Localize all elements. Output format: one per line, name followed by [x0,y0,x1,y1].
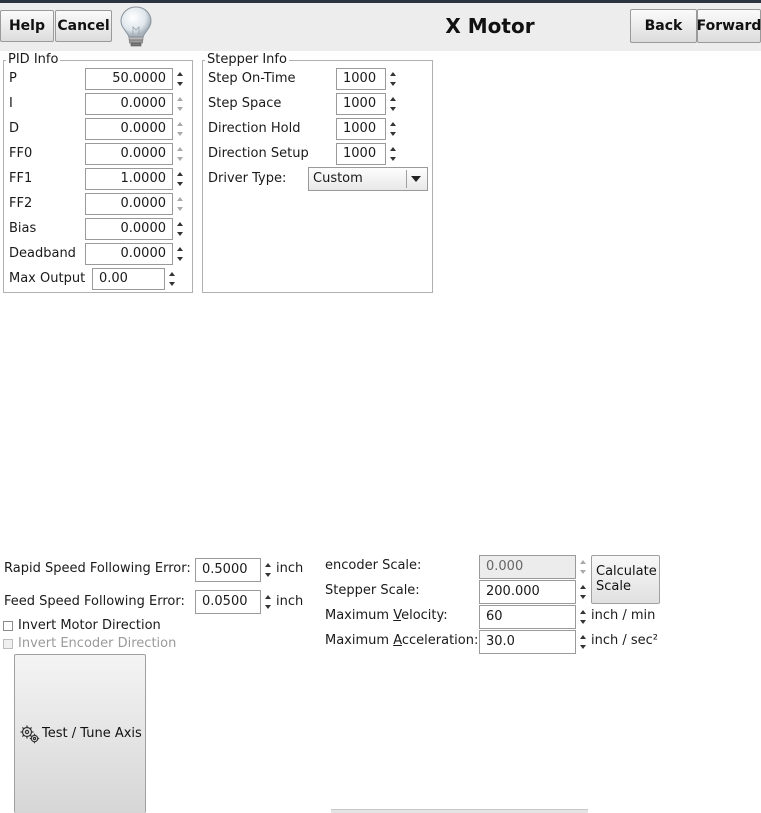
pid-info-legend: PID Info [6,52,61,67]
test-tune-axis-label: Test / Tune Axis [42,726,142,741]
help-button[interactable]: Help [0,10,54,42]
direction-hold-spinner[interactable] [388,118,398,140]
driver-type-separator [406,170,407,188]
bottom-edge-bar [331,809,588,813]
step-space-spinner[interactable] [388,93,398,115]
pid-deadband-spinner[interactable] [175,243,185,265]
max-acceleration-unit: inch / sec² [591,633,659,648]
stepper-scale-label: Stepper Scale: [325,583,420,598]
pid-p-label: P [9,71,17,86]
feed-following-error-unit: inch [276,594,304,609]
driver-type-value: Custom [313,171,363,186]
max-velocity-label-post: elocity: [401,608,448,623]
chevron-down-icon [411,176,421,182]
stepper-scale-input[interactable]: 200.000 [479,580,576,604]
pid-ff1-spinner[interactable] [175,168,185,190]
max-velocity-unit: inch / min [591,608,656,623]
max-acceleration-spinner[interactable] [578,631,588,653]
max-acceleration-label: Maximum Acceleration: [325,633,478,649]
lightbulb-icon [120,6,152,47]
calculate-scale-line2: Scale [596,579,631,594]
driver-type-select[interactable]: Custom [308,167,428,191]
pid-d-spinner[interactable] [175,118,185,140]
step-space-input[interactable]: 1000 [336,93,386,115]
encoder-scale-label: encoder Scale: [325,558,422,573]
max-output-label: Max Output [9,271,86,286]
max-velocity-label-mnemonic: V [393,608,402,623]
calculate-scale-line1: Calculate [596,564,657,579]
step-on-time-input[interactable]: 1000 [336,68,386,90]
stepper-info-legend: Stepper Info [205,52,289,67]
pid-ff2-spinner[interactable] [175,193,185,215]
pid-ff0-label: FF0 [9,146,33,161]
rapid-following-error-spinner[interactable] [263,559,273,581]
pid-p-spinner[interactable] [175,68,185,90]
back-button[interactable]: Back [630,9,697,43]
max-velocity-spinner[interactable] [578,606,588,628]
max-acceleration-input[interactable]: 30.0 [479,630,576,654]
max-acceleration-label-mnemonic: A [393,633,402,648]
pid-i-label: I [9,96,13,111]
test-tune-axis-button[interactable]: Test / Tune Axis [14,654,146,813]
invert-encoder-direction-label[interactable]: Invert Encoder Direction [18,636,176,652]
feed-following-error-input[interactable]: 0.0500 [195,590,261,614]
invert-encoder-direction-checkbox[interactable] [3,639,13,649]
pid-ff0-spinner[interactable] [175,143,185,165]
rapid-following-error-unit: inch [276,561,304,576]
cancel-button[interactable]: Cancel [55,10,112,42]
forward-button[interactable]: Forward [697,9,761,43]
pid-d-input[interactable]: 0.0000 [85,118,173,140]
direction-hold-label: Direction Hold [208,121,301,136]
pid-i-spinner[interactable] [175,93,185,115]
pid-deadband-input[interactable]: 0.0000 [85,243,173,265]
pid-d-label: D [9,121,20,136]
driver-type-label: Driver Type: [208,171,287,186]
direction-setup-input[interactable]: 1000 [336,143,386,165]
invert-motor-direction-label[interactable]: Invert Motor Direction [18,618,161,634]
pid-bias-label: Bias [9,221,37,236]
pid-ff2-input[interactable]: 0.0000 [85,193,173,215]
max-output-spinner[interactable] [167,268,177,290]
rapid-following-error-input[interactable]: 0.5000 [195,558,261,582]
max-velocity-input[interactable]: 60 [479,605,576,629]
calculate-scale-button[interactable]: Calculate Scale [591,555,660,604]
direction-setup-label: Direction Setup [208,146,309,161]
max-acceleration-label-pre: Maximum [325,633,394,648]
pid-ff1-input[interactable]: 1.0000 [85,168,173,190]
max-acceleration-label-post: cceleration: [401,633,479,648]
max-velocity-label-pre: Maximum [325,608,394,623]
pid-deadband-label: Deadband [9,246,76,261]
rapid-following-error-label: Rapid Speed Following Error: [4,561,191,576]
max-velocity-label: Maximum Velocity: [325,608,448,624]
pid-ff0-input[interactable]: 0.0000 [85,143,173,165]
encoder-scale-input[interactable]: 0.000 [479,555,576,579]
pid-bias-input[interactable]: 0.0000 [85,218,173,240]
pid-bias-spinner[interactable] [175,218,185,240]
pid-ff2-label: FF2 [9,196,33,211]
max-output-input[interactable]: 0.00 [92,268,165,290]
direction-hold-input[interactable]: 1000 [336,118,386,140]
step-on-time-spinner[interactable] [388,68,398,90]
feed-following-error-label: Feed Speed Following Error: [4,594,185,609]
invert-motor-direction-checkbox[interactable] [3,621,13,631]
step-space-label: Step Space [208,96,282,111]
step-on-time-label: Step On-Time [208,71,296,86]
pid-p-input[interactable]: 50.0000 [85,68,173,90]
direction-setup-spinner[interactable] [388,143,398,165]
gears-icon [20,725,40,744]
pid-i-input[interactable]: 0.0000 [85,93,173,115]
feed-following-error-spinner[interactable] [263,591,273,613]
page-title: X Motor [445,14,535,38]
encoder-scale-spinner[interactable] [578,556,588,578]
stepper-scale-spinner[interactable] [578,581,588,603]
pid-ff1-label: FF1 [9,171,33,186]
